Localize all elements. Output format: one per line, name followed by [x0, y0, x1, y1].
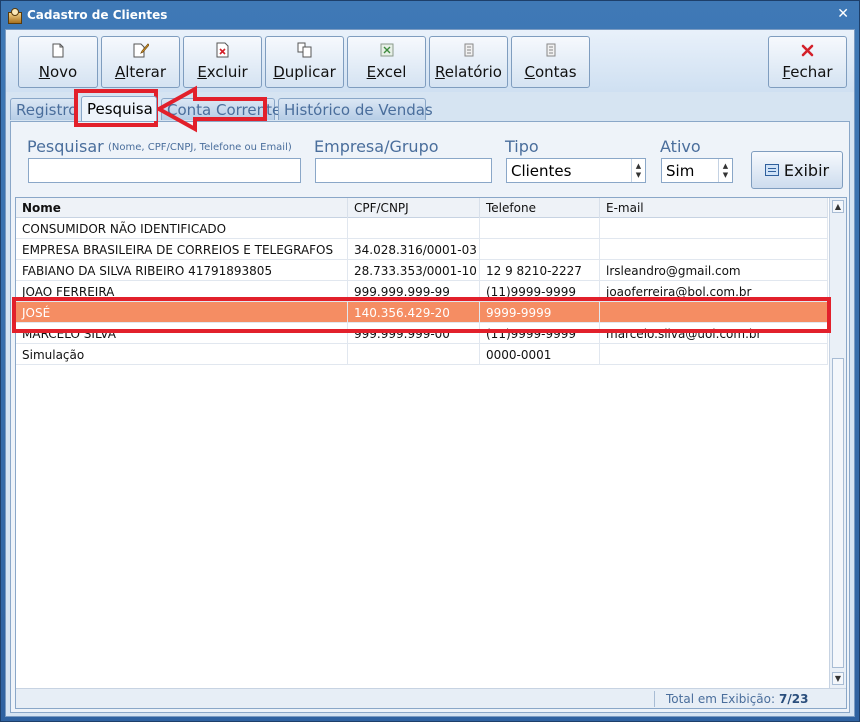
alterar-button[interactable]: Alterar — [101, 36, 180, 88]
tab-historico-vendas[interactable]: Histórico de Vendas — [278, 98, 433, 120]
tab-pesquisa[interactable]: Pesquisa — [81, 96, 157, 121]
excel-icon — [379, 41, 395, 59]
cell-nome: EMPRESA BRASILEIRA DE CORREIOS E TELEGRA… — [16, 239, 348, 260]
title-bar: Cadastro de Clientes ✕ — [1, 1, 859, 29]
duplicate-icon — [297, 41, 313, 59]
scroll-up-icon[interactable]: ▲ — [832, 200, 844, 213]
cell-cpf-cnpj — [348, 344, 480, 365]
cell-nome: JOAO FERREIRA — [16, 281, 348, 302]
cell-telefone — [480, 218, 600, 239]
cell-nome: MARCELO SILVA — [16, 323, 348, 344]
delete-document-icon — [215, 41, 231, 59]
edit-document-icon — [133, 41, 149, 59]
contas-button[interactable]: Contas — [511, 36, 590, 88]
status-divider — [654, 691, 655, 707]
cell-telefone: (11)9999-9999 — [480, 323, 600, 344]
column-email[interactable]: E-mail — [600, 198, 828, 218]
cell-email — [600, 239, 828, 260]
pesquisar-hint: (Nome, CPF/CNPJ, Telefone ou Email) — [108, 142, 292, 153]
cell-email — [600, 218, 828, 239]
cell-cpf-cnpj: 28.733.353/0001-10 — [348, 260, 480, 281]
ativo-spin-icon[interactable]: ▲ ▼ — [718, 159, 732, 182]
search-panel: Pesquisar (Nome, CPF/CNPJ, Telefone ou E… — [10, 121, 850, 713]
column-cpf-cnpj[interactable]: CPF/CNPJ — [348, 198, 480, 218]
window-title: Cadastro de Clientes — [27, 8, 168, 22]
excluir-button[interactable]: Excluir — [183, 36, 262, 88]
table-row[interactable]: EMPRESA BRASILEIRA DE CORREIOS E TELEGRA… — [16, 239, 828, 260]
column-telefone[interactable]: Telefone — [480, 198, 600, 218]
cell-nome: CONSUMIDOR NÃO IDENTIFICADO — [16, 218, 348, 239]
cell-email: joaoferreira@bol.com.br — [600, 281, 828, 302]
cell-telefone: 0000-0001 — [480, 344, 600, 365]
cell-email: marcelo.silva@uol.com.br — [600, 323, 828, 344]
status-bar: Total em Exibição: 7/23 — [16, 688, 846, 708]
scroll-thumb[interactable] — [832, 358, 844, 668]
cell-nome: JOSÉ — [16, 302, 348, 323]
tipo-label: Tipo — [505, 137, 539, 156]
grid-header: Nome CPF/CNPJ Telefone E-mail — [16, 198, 828, 218]
empresa-label: Empresa/Grupo — [314, 137, 439, 156]
toolbar: Novo Alterar Excluir Duplicar Excel Rela… — [6, 30, 854, 92]
cell-email: lrsleandro@gmail.com — [600, 260, 828, 281]
table-row[interactable]: CONSUMIDOR NÃO IDENTIFICADO — [16, 218, 828, 239]
scroll-down-icon[interactable]: ▼ — [832, 672, 844, 685]
relatorio-button[interactable]: Relatório — [429, 36, 508, 88]
status-total: Total em Exibição: 7/23 — [666, 692, 809, 706]
duplicar-button[interactable]: Duplicar — [265, 36, 344, 88]
report-icon — [461, 41, 477, 59]
close-window-icon[interactable]: ✕ — [837, 6, 849, 22]
table-row[interactable]: JOAO FERREIRA 999.999.999-99 (11)9999-9999… — [16, 281, 828, 302]
vertical-scrollbar[interactable]: ▲ ▼ — [829, 198, 846, 688]
fechar-button[interactable]: Fechar — [768, 36, 847, 88]
column-nome[interactable]: Nome — [16, 198, 348, 218]
tipo-selected-value: Clientes — [511, 161, 572, 180]
exibir-button[interactable]: Exibir — [751, 151, 843, 189]
ativo-selected-value: Sim — [666, 161, 695, 180]
table-row[interactable]: FABIANO DA SILVA RIBEIRO 41791893805 28.7… — [16, 260, 828, 281]
clients-grid[interactable]: Nome CPF/CNPJ Telefone E-mail CONSUMIDOR… — [15, 197, 847, 709]
window: Cadastro de Clientes ✕ Novo Alterar Excl… — [0, 0, 860, 722]
client-area: Novo Alterar Excluir Duplicar Excel Rela… — [5, 29, 855, 717]
tab-registro[interactable]: Registro — [10, 98, 77, 120]
status-count: 7/23 — [779, 692, 809, 706]
ativo-select[interactable]: Sim ▲ ▼ — [661, 158, 733, 183]
close-icon — [800, 41, 816, 59]
cell-cpf-cnpj — [348, 218, 480, 239]
pesquisar-label: Pesquisar — [27, 137, 104, 156]
tab-conta-corrente[interactable]: Conta Corrente — [161, 98, 281, 120]
tipo-spin-icon[interactable]: ▲ ▼ — [631, 159, 645, 182]
accounts-icon — [543, 41, 559, 59]
list-icon — [764, 164, 779, 176]
new-document-icon — [50, 41, 66, 59]
cell-cpf-cnpj: 140.356.429-20 — [348, 302, 480, 323]
cell-cpf-cnpj: 34.028.316/0001-03 — [348, 239, 480, 260]
tipo-select[interactable]: Clientes ▲ ▼ — [506, 158, 646, 183]
cell-email — [600, 344, 828, 365]
ativo-label: Ativo — [660, 137, 701, 156]
pesquisar-input[interactable] — [28, 158, 301, 183]
app-icon — [7, 8, 22, 24]
cell-cpf-cnpj: 999.999.999-99 — [348, 281, 480, 302]
cell-telefone: 12 9 8210-2227 — [480, 260, 600, 281]
cell-telefone — [480, 239, 600, 260]
cell-telefone: (11)9999-9999 — [480, 281, 600, 302]
table-row[interactable]: JOSÉ 140.356.429-20 9999-9999 — [16, 302, 828, 323]
excel-button[interactable]: Excel — [347, 36, 426, 88]
cell-telefone: 9999-9999 — [480, 302, 600, 323]
empresa-input[interactable] — [315, 158, 492, 183]
table-row[interactable]: Simulação 0000-0001 — [16, 344, 828, 365]
cell-email — [600, 302, 828, 323]
cell-cpf-cnpj: 999.999.999-00 — [348, 323, 480, 344]
table-row[interactable]: MARCELO SILVA 999.999.999-00 (11)9999-9999… — [16, 323, 828, 344]
novo-button[interactable]: Novo — [18, 36, 98, 88]
cell-nome: Simulação — [16, 344, 348, 365]
cell-nome: FABIANO DA SILVA RIBEIRO 41791893805 — [16, 260, 348, 281]
